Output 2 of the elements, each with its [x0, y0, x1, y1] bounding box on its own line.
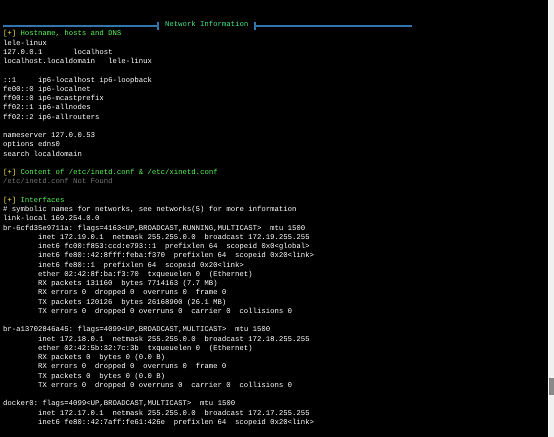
scrollbar[interactable]	[548, 0, 554, 437]
scrollbar-thumb[interactable]	[549, 378, 554, 395]
